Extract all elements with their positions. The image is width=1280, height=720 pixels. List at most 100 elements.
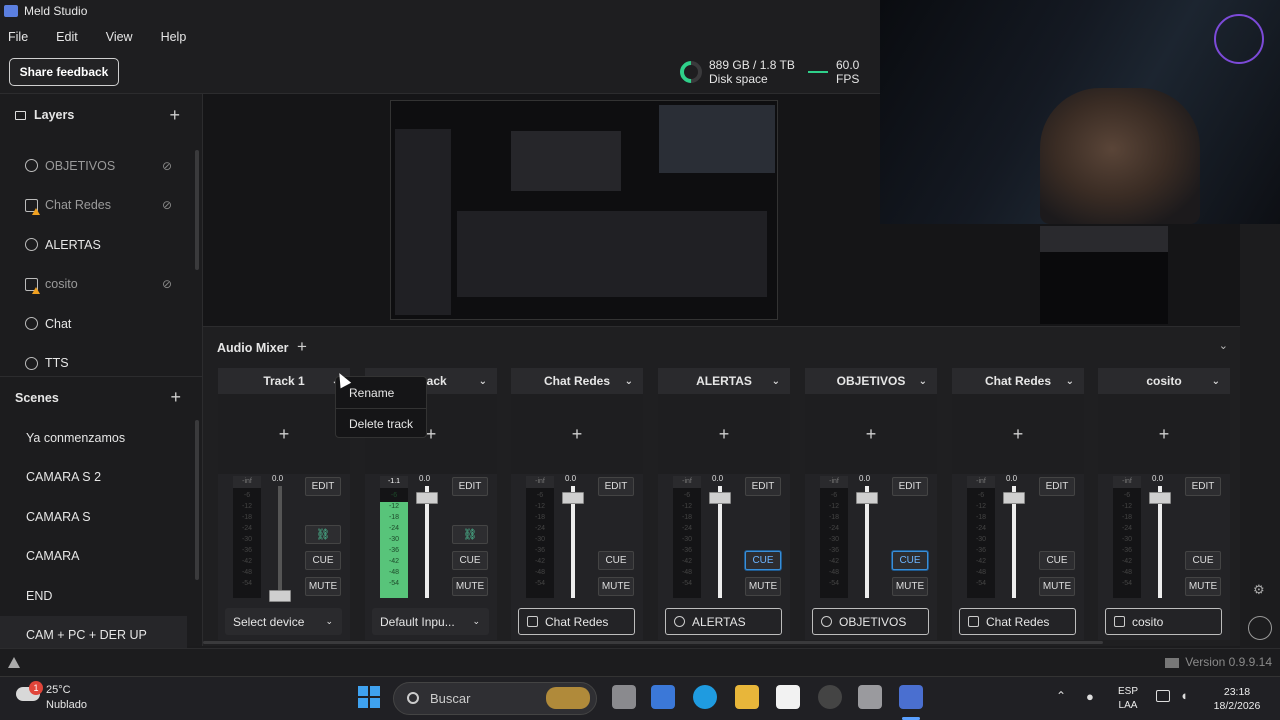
track-header[interactable]: OBJETIVOS ⌄ [805,368,937,394]
language-indicator[interactable]: ESP LAA [1116,685,1140,713]
edit-button[interactable]: EDIT [892,477,928,496]
taskbar-search-input[interactable]: Buscar [393,682,597,715]
edit-button[interactable]: EDIT [1039,477,1075,496]
volume-fader-handle[interactable] [709,492,731,504]
mute-button[interactable]: MUTE [452,577,488,596]
chevron-down-icon[interactable]: ⌄ [772,376,780,387]
add-filter-button[interactable]: + [658,394,790,474]
volume-fader-track[interactable] [278,486,282,598]
layer-item[interactable]: Chat [0,304,202,344]
volume-fader-handle[interactable] [416,492,438,504]
eye-off-icon[interactable]: ⊘ [162,159,172,173]
menu-file[interactable]: File [0,30,36,44]
track-source-select[interactable]: cosito [1105,608,1222,635]
delete-track-menu-item[interactable]: Delete track [336,408,426,439]
warning-icon[interactable] [8,657,20,668]
mute-button[interactable]: MUTE [745,577,781,596]
volume-icon[interactable]: ◖ [1180,688,1188,703]
menu-edit[interactable]: Edit [48,30,86,44]
link-icon[interactable]: ⛓ [305,525,341,544]
volume-fader-handle[interactable] [562,492,584,504]
track-header[interactable]: Chat Redes ⌄ [952,368,1084,394]
store-icon[interactable] [651,685,675,709]
cue-button[interactable]: CUE [745,551,781,570]
eye-off-icon[interactable]: ⊘ [162,198,172,212]
scene-item[interactable]: Ya conmenzamos [0,418,203,458]
volume-fader-handle[interactable] [269,590,291,602]
menu-help[interactable]: Help [153,30,195,44]
chevron-down-icon[interactable]: ⌄ [625,376,633,387]
track-source-select[interactable]: ALERTAS [665,608,782,635]
track-source-select[interactable]: OBJETIVOS [812,608,929,635]
edit-button[interactable]: EDIT [305,477,341,496]
track-header[interactable]: cosito ⌄ [1098,368,1230,394]
scene-item[interactable]: CAMARA S [0,497,203,537]
track-source-select[interactable]: Select device ⌄ [225,608,342,635]
mute-button[interactable]: MUTE [598,577,634,596]
microphone-icon[interactable]: ● [1086,689,1094,704]
edit-button[interactable]: EDIT [1185,477,1221,496]
scene-preview-thumbnail[interactable] [390,100,778,320]
mixer-horizontal-scrollbar[interactable] [203,641,1103,644]
layer-item[interactable]: ALERTAS [0,225,202,265]
clock[interactable]: 23:18 18/2/2026 [1204,685,1270,713]
scene-item[interactable]: END [0,576,203,616]
chevron-down-icon[interactable]: ⌄ [479,376,487,387]
share-feedback-button[interactable]: Share feedback [9,58,119,86]
cue-button[interactable]: CUE [452,551,488,570]
settings-gear-icon[interactable]: ⚙ [1253,582,1265,598]
add-layer-button[interactable]: + [169,105,180,126]
collapse-mixer-chevron-icon[interactable]: ⌄ [1219,339,1228,352]
meld-studio-taskbar-icon[interactable] [899,685,923,709]
edit-button[interactable]: EDIT [598,477,634,496]
weather-widget[interactable]: 1 25°C Nublado [16,681,87,713]
volume-fader-handle[interactable] [1149,492,1171,504]
scene-item[interactable]: CAMARA [0,537,203,577]
obs-icon[interactable] [818,685,842,709]
chevron-down-icon[interactable]: ⌄ [1066,376,1074,387]
mute-button[interactable]: MUTE [1185,577,1221,596]
add-filter-button[interactable]: + [1098,394,1230,474]
track-source-select[interactable]: Default Inpu... ⌄ [372,608,489,635]
track-header[interactable]: Track 1 ⌄ [218,368,350,394]
cue-button[interactable]: CUE [598,551,634,570]
add-scene-button[interactable]: + [170,387,181,408]
scene-item[interactable]: CAMARA S 2 [0,458,203,498]
network-icon[interactable] [1156,690,1170,702]
app-icon[interactable] [858,685,882,709]
cue-button[interactable]: CUE [1185,551,1221,570]
track-header[interactable]: ALERTAS ⌄ [658,368,790,394]
add-track-button[interactable]: + [297,337,307,357]
cue-button[interactable]: CUE [892,551,928,570]
chevron-down-icon[interactable]: ⌄ [919,376,927,387]
volume-fader-handle[interactable] [1003,492,1025,504]
chevron-down-icon[interactable]: ⌄ [1212,376,1220,387]
add-filter-button[interactable]: + [511,394,643,474]
tray-chevron-up-icon[interactable]: ⌃ [1056,689,1066,703]
edit-button[interactable]: EDIT [452,477,488,496]
file-explorer-icon[interactable] [735,685,759,709]
cue-button[interactable]: CUE [305,551,341,570]
eye-off-icon[interactable]: ⊘ [162,277,172,291]
scenes-scrollbar[interactable] [195,420,199,580]
cue-button[interactable]: CUE [1039,551,1075,570]
track-source-select[interactable]: Chat Redes [959,608,1076,635]
menu-view[interactable]: View [98,30,141,44]
layers-scrollbar[interactable] [195,150,199,270]
mute-button[interactable]: MUTE [892,577,928,596]
add-filter-button[interactable]: + [805,394,937,474]
mute-button[interactable]: MUTE [1039,577,1075,596]
layer-item[interactable]: cosito ⊘ [0,265,202,305]
track-source-select[interactable]: Chat Redes [518,608,635,635]
track-header[interactable]: Chat Redes ⌄ [511,368,643,394]
edge-browser-icon[interactable] [693,685,717,709]
windows-start-icon[interactable] [358,686,380,708]
add-filter-button[interactable]: + [952,394,1084,474]
mute-button[interactable]: MUTE [305,577,341,596]
add-filter-button[interactable]: + [218,394,350,474]
layer-item[interactable]: Chat Redes ⊘ [0,186,202,226]
task-view-icon[interactable] [612,685,636,709]
capcut-icon[interactable] [776,685,800,709]
account-icon[interactable] [1248,616,1272,640]
layer-item[interactable]: OBJETIVOS ⊘ [0,146,202,186]
